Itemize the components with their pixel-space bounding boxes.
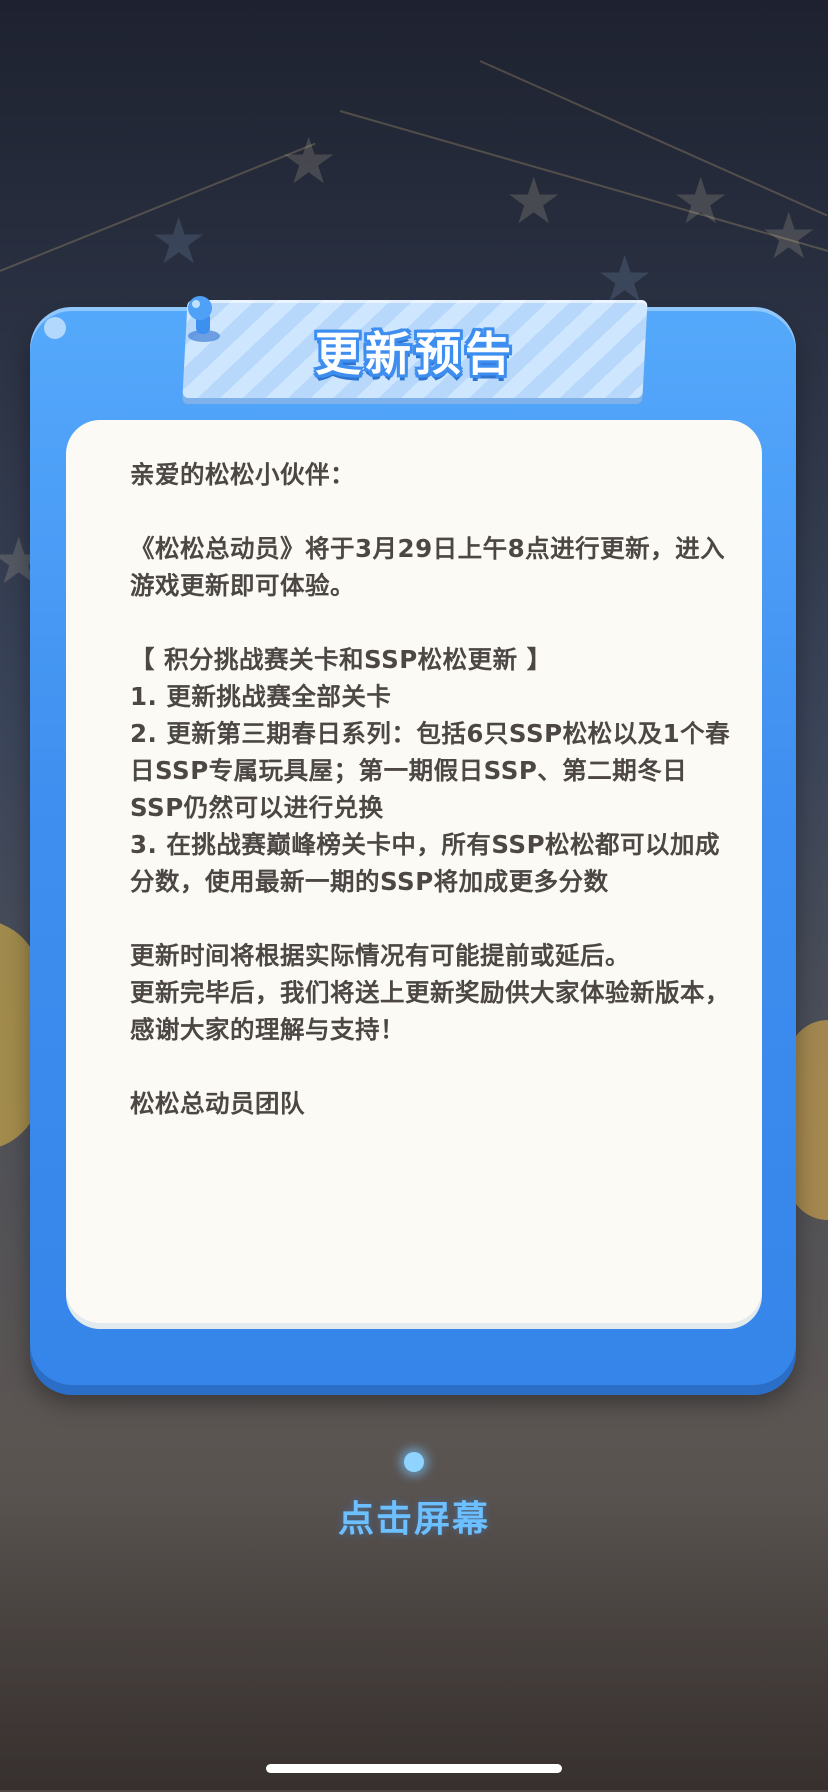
note-text: 更新时间将根据实际情况有可能提前或延后。 bbox=[130, 941, 630, 970]
panel-highlight bbox=[44, 317, 66, 339]
pushpin-icon bbox=[188, 296, 220, 342]
star-decoration-icon: ★ bbox=[760, 200, 818, 274]
list-item: 1. 更新挑战赛全部关卡 bbox=[130, 682, 392, 711]
list-item: 3. 在挑战赛巅峰榜关卡中，所有SSP松松都可以加成分数，使用最新一期的SSP将… bbox=[130, 830, 721, 896]
update-notice-panel: 亲爱的松松小伙伴： 《松松总动员》将于3月29日上午8点进行更新，进入游戏更新即… bbox=[30, 307, 796, 1385]
star-decoration-icon: ★ bbox=[672, 165, 730, 239]
signature-text: 松松总动员团队 bbox=[130, 1089, 305, 1118]
greeting-text: 亲爱的松松小伙伴： bbox=[130, 460, 355, 489]
star-decoration-icon: ★ bbox=[150, 205, 208, 279]
note-text: 更新完毕后，我们将送上更新奖励供大家体验新版本，感谢大家的理解与支持！ bbox=[130, 978, 730, 1044]
notice-body: 亲爱的松松小伙伴： 《松松总动员》将于3月29日上午8点进行更新，进入游戏更新即… bbox=[130, 456, 740, 1122]
dialog-title: 更新预告 bbox=[315, 327, 515, 381]
notice-content-card: 亲爱的松松小伙伴： 《松松总动员》将于3月29日上午8点进行更新，进入游戏更新即… bbox=[66, 420, 762, 1329]
home-indicator[interactable] bbox=[266, 1764, 562, 1773]
star-decoration-icon: ★ bbox=[505, 165, 563, 239]
list-item: 2. 更新第三期春日系列：包括6只SSP松松以及1个春日SSP专属玩具屋；第一期… bbox=[130, 719, 731, 822]
tap-screen-prompt[interactable]: 点击屏幕 bbox=[0, 1490, 828, 1542]
tap-indicator-dot bbox=[404, 1452, 424, 1472]
intro-text: 《松松总动员》将于3月29日上午8点进行更新，进入游戏更新即可体验。 bbox=[130, 534, 726, 600]
section-header: 【 积分挑战赛关卡和SSP松松更新 】 bbox=[130, 645, 552, 674]
star-decoration-icon: ★ bbox=[280, 125, 338, 199]
floor-shade bbox=[0, 1500, 828, 1790]
